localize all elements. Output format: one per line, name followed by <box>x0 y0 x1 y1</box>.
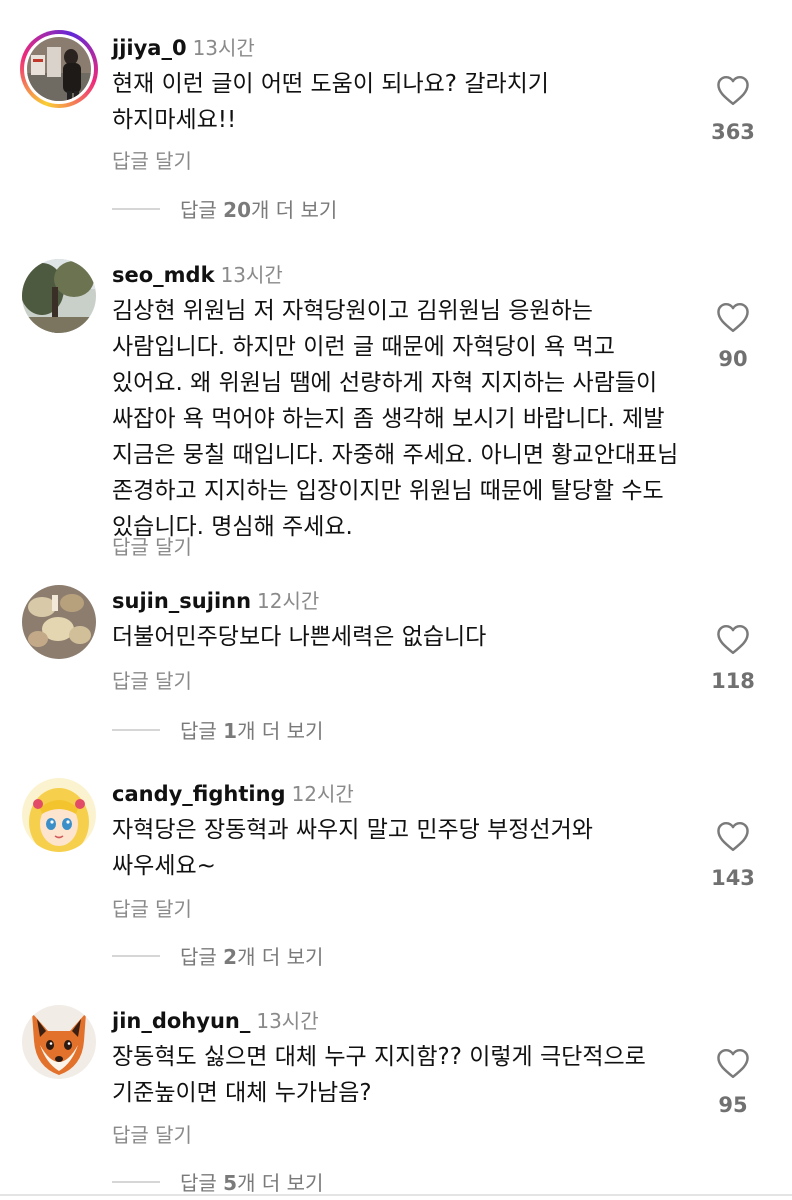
comment-text: 더불어민주당보다 나쁜세력은 없습니다 <box>112 624 487 650</box>
view-replies-button[interactable]: 답글 20개 더 보기 <box>112 194 337 223</box>
heart-icon[interactable] <box>715 74 751 106</box>
view-replies-prefix: 답글 <box>180 1171 224 1195</box>
bottom-divider <box>0 1194 792 1196</box>
view-replies-button[interactable]: 답글 1개 더 보기 <box>112 715 323 744</box>
reply-button[interactable]: 답글 달기 <box>112 145 192 174</box>
comment-meta: sujin_sujinn 12시간 <box>112 585 319 614</box>
like-count: 90 <box>718 347 748 371</box>
reply-button[interactable]: 답글 달기 <box>112 665 192 694</box>
reply-divider-line <box>112 954 160 957</box>
like-control: 90 <box>700 301 766 371</box>
like-count: 118 <box>711 669 755 693</box>
comment-text: 장동혁도 싫으면 대체 누구 지지함?? 이렇게 극단적으로 기준높이면 대체 … <box>112 1044 646 1106</box>
heart-icon[interactable] <box>715 820 751 852</box>
reply-divider-line <box>112 728 160 731</box>
comment-time: 13시간 <box>256 1009 319 1033</box>
reply-count: 5 <box>223 1171 238 1195</box>
like-count: 363 <box>711 120 755 144</box>
avatar <box>27 37 91 101</box>
comment-text: 현재 이런 글이 어떤 도움이 되나요? 갈라치기 하지마세요!! <box>112 71 549 133</box>
avatar[interactable] <box>22 778 96 852</box>
view-replies-button[interactable]: 답글 5개 더 보기 <box>112 1167 323 1196</box>
comment-time: 12시간 <box>257 589 320 613</box>
comment-meta: jjiya_0 13시간 <box>112 32 255 61</box>
reply-button[interactable]: 답글 달기 <box>112 893 192 922</box>
view-replies-suffix: 개 더 보기 <box>237 1171 324 1195</box>
comment-time: 13시간 <box>220 263 283 287</box>
reply-count: 2 <box>223 945 238 969</box>
username[interactable]: seo_mdk <box>112 263 215 287</box>
reply-count: 20 <box>223 198 252 222</box>
username[interactable]: jin_dohyun_ <box>112 1009 250 1033</box>
view-replies-suffix: 개 더 보기 <box>237 719 324 743</box>
avatar[interactable] <box>22 1005 96 1079</box>
heart-icon[interactable] <box>715 301 751 333</box>
like-count: 95 <box>718 1093 748 1117</box>
comment-time: 13시간 <box>192 36 255 60</box>
comment-text: 자혁당은 장동혁과 싸우지 말고 민주당 부정선거와 싸우세요~ <box>112 817 593 879</box>
avatar[interactable] <box>22 259 96 333</box>
username[interactable]: candy_fighting <box>112 782 286 806</box>
username[interactable]: jjiya_0 <box>112 36 187 60</box>
comment-meta: seo_mdk 13시간 <box>112 259 283 288</box>
view-replies-suffix: 개 더 보기 <box>237 945 324 969</box>
like-count: 143 <box>711 866 755 890</box>
username[interactable]: sujin_sujinn <box>112 589 251 613</box>
view-replies-prefix: 답글 <box>180 198 224 222</box>
reply-button[interactable]: 답글 달기 <box>112 1119 192 1148</box>
heart-icon[interactable] <box>715 623 751 655</box>
like-control: 143 <box>700 820 766 890</box>
comment-meta: candy_fighting 12시간 <box>112 778 354 807</box>
view-replies-suffix: 개 더 보기 <box>251 198 338 222</box>
reply-divider-line <box>112 1180 160 1183</box>
story-ring[interactable] <box>20 30 98 108</box>
avatar[interactable] <box>22 585 96 659</box>
reply-count: 1 <box>223 719 238 743</box>
view-replies-prefix: 답글 <box>180 719 224 743</box>
comment-time: 12시간 <box>291 782 354 806</box>
reply-button[interactable]: 답글 달기 <box>112 531 192 560</box>
like-control: 95 <box>700 1047 766 1117</box>
like-control: 363 <box>700 74 766 144</box>
comment-text: 김상현 위원님 저 자혁당원이고 김위원님 응원하는 사람입니다. 하지만 이런… <box>112 298 679 540</box>
reply-divider-line <box>112 207 160 210</box>
like-control: 118 <box>700 623 766 693</box>
heart-icon[interactable] <box>715 1047 751 1079</box>
view-replies-button[interactable]: 답글 2개 더 보기 <box>112 941 323 970</box>
view-replies-prefix: 답글 <box>180 945 224 969</box>
comment-meta: jin_dohyun_ 13시간 <box>112 1005 319 1034</box>
